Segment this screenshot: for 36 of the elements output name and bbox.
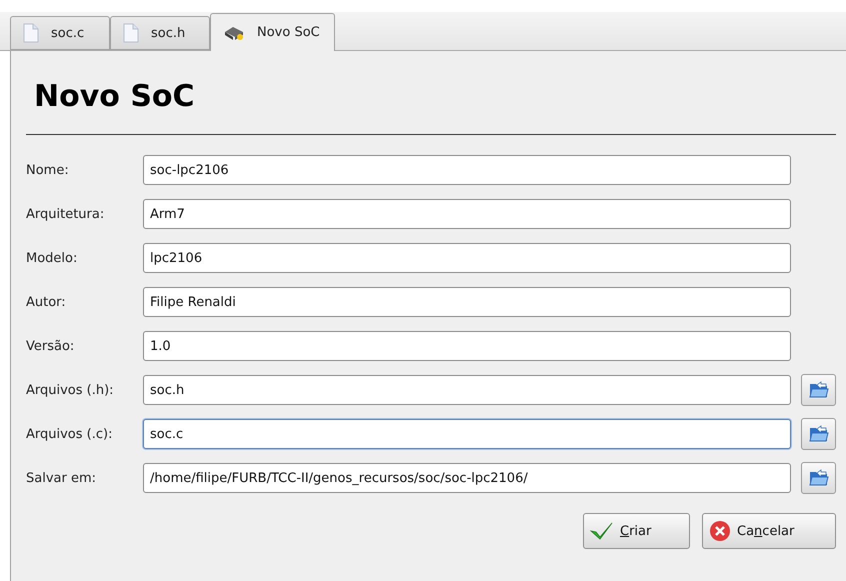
document-icon xyxy=(23,23,39,43)
input-field[interactable]: 1.0 xyxy=(143,331,791,361)
field-label: Arquivos (.c): xyxy=(26,426,114,442)
input-field[interactable]: soc-lpc2106 xyxy=(143,155,791,185)
browse-button[interactable] xyxy=(801,374,836,406)
input-field[interactable]: soc.c xyxy=(143,419,791,449)
page-title: Novo SoC xyxy=(34,79,196,114)
tab[interactable]: Novo SoC xyxy=(210,13,335,51)
cancel-icon xyxy=(709,520,731,542)
input-field[interactable]: lpc2106 xyxy=(143,243,791,273)
device-icon xyxy=(223,24,245,40)
field-label: Nome: xyxy=(26,162,70,178)
field-label: Autor: xyxy=(26,294,67,310)
input-field[interactable]: Arm7 xyxy=(143,199,791,229)
field-label: Arquitetura: xyxy=(26,206,106,222)
tab[interactable]: soc.c xyxy=(10,16,110,50)
input-field[interactable]: Filipe Renaldi xyxy=(143,287,791,317)
field-label: Salvar em: xyxy=(26,470,98,486)
field-label: Arquivos (.h): xyxy=(26,382,115,398)
field-label: Versão: xyxy=(26,338,76,354)
input-field[interactable]: /home/filipe/FURB/TCC-II/genos_recursos/soc/soc-lpc2106/ xyxy=(143,463,791,493)
tab-label: Novo SoC xyxy=(257,25,320,40)
checkmark-icon xyxy=(590,522,614,540)
folder-icon xyxy=(808,381,828,399)
document-icon xyxy=(123,23,139,43)
browse-button[interactable] xyxy=(801,462,836,494)
create-button[interactable]: Criar xyxy=(583,513,690,549)
tab-label: soc.c xyxy=(51,26,84,40)
tab[interactable]: soc.h xyxy=(110,16,210,50)
folder-icon xyxy=(808,425,828,443)
tab-label: soc.h xyxy=(151,26,186,40)
folder-icon xyxy=(808,469,828,487)
field-label: Modelo: xyxy=(26,250,78,266)
browse-button[interactable] xyxy=(801,418,836,450)
cancel-button[interactable]: Cancelar xyxy=(702,513,836,549)
input-field[interactable]: soc.h xyxy=(143,375,791,405)
